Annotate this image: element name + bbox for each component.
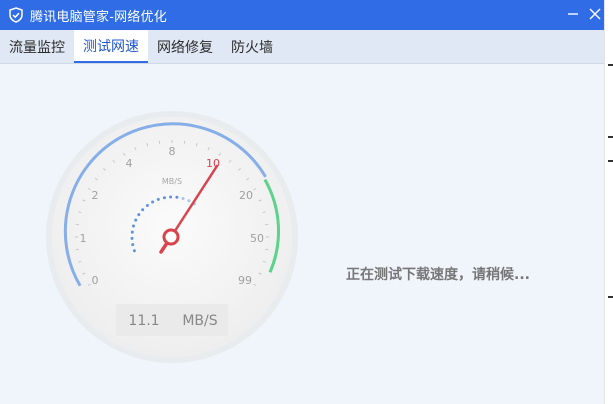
- progress-dot: [130, 236, 134, 240]
- progress-dot: [145, 204, 149, 207]
- tick-label-2: 2: [92, 189, 99, 202]
- progress-dot: [141, 208, 145, 212]
- progress-dot: [187, 199, 191, 203]
- shield-icon: [8, 7, 24, 23]
- tab-bar: 流量监控 测试网速 网络修复 防火墙: [0, 30, 604, 64]
- tick-label-8: 8: [169, 145, 176, 158]
- tick-label-0: 0: [92, 274, 99, 287]
- progress-dot: [137, 213, 141, 217]
- tick-label-50: 50: [250, 232, 264, 245]
- window-title: 腾讯电脑管家-网络优化: [30, 9, 167, 25]
- progress-dot: [169, 195, 173, 199]
- tick-label-4: 4: [126, 157, 133, 170]
- tick-label-20: 20: [239, 189, 253, 202]
- edge-mark: [608, 64, 613, 66]
- progress-dot: [132, 224, 135, 228]
- tab-label: 防火墙: [231, 39, 273, 56]
- progress-dot: [162, 196, 166, 200]
- progress-dot: [130, 230, 134, 234]
- speed-unit: MB/S: [182, 313, 217, 329]
- tab-traffic-monitor[interactable]: 流量监控: [0, 30, 74, 63]
- close-icon[interactable]: [586, 5, 604, 23]
- progress-dot: [134, 218, 138, 222]
- tab-label: 流量监控: [9, 39, 65, 56]
- tick-label-1: 1: [80, 232, 87, 245]
- main-panel: 0 1 2 4 8 10 20 50 99 MB/S 11.1 MB/S 正在测…: [0, 64, 604, 404]
- tab-label: 测试网速: [83, 38, 139, 55]
- tick-label-99: 99: [238, 274, 252, 287]
- progress-dot: [131, 243, 135, 247]
- title-bar: 腾讯电脑管家-网络优化: [0, 0, 604, 30]
- minimize-icon[interactable]: [564, 5, 582, 23]
- tab-network-repair[interactable]: 网络修复: [148, 30, 222, 63]
- speed-gauge: 0 1 2 4 8 10 20 50 99 MB/S 11.1 MB/S: [46, 111, 298, 363]
- progress-dot: [175, 195, 179, 199]
- edge-mark: [608, 160, 613, 162]
- edge-mark: [608, 296, 613, 298]
- tick-label-10: 10: [206, 157, 220, 170]
- speed-value: 11.1: [128, 313, 159, 329]
- tab-firewall[interactable]: 防火墙: [222, 30, 282, 63]
- progress-dot: [151, 200, 155, 204]
- edge-mark: [608, 136, 613, 138]
- gauge-needle-hub: [162, 228, 180, 246]
- progress-dot: [181, 197, 185, 200]
- tab-speed-test[interactable]: 测试网速: [74, 30, 148, 63]
- progress-dot: [156, 197, 160, 201]
- status-message: 正在测试下载速度，请稍候...: [346, 267, 530, 283]
- background-window-edge: [604, 0, 613, 404]
- gauge-unit-label: MB/S: [162, 177, 182, 186]
- tab-label: 网络修复: [157, 39, 213, 56]
- progress-dot: [132, 249, 136, 253]
